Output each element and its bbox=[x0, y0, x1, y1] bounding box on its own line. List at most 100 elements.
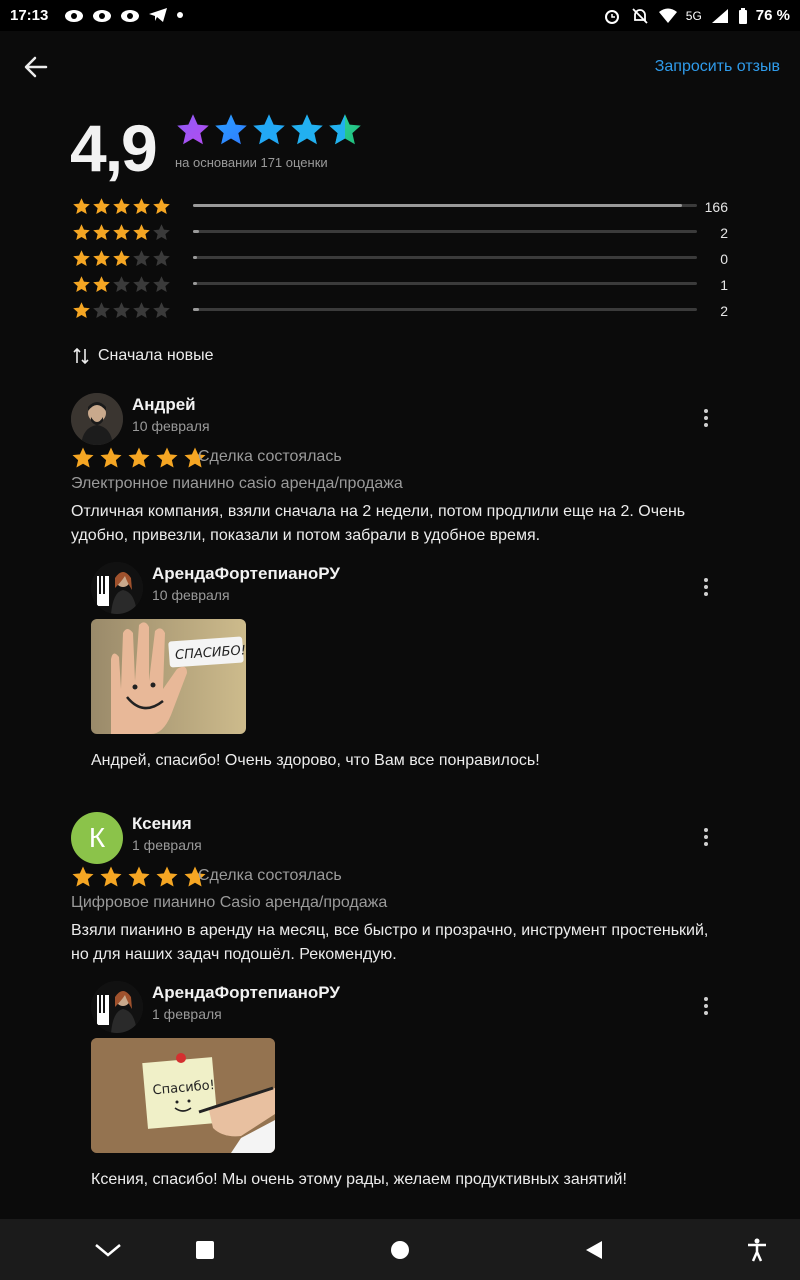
review-author: Андрей bbox=[132, 395, 196, 414]
distribution-count: 1 bbox=[720, 277, 728, 293]
distribution-bar bbox=[193, 308, 697, 311]
review-date: 1 февраля bbox=[132, 837, 202, 853]
star-icon bbox=[113, 198, 130, 215]
notification-icons bbox=[64, 7, 184, 23]
distribution-row: 2 bbox=[72, 221, 732, 247]
system-icons: 5G 76 % bbox=[602, 7, 790, 24]
seller-name: АрендаФортепианоРУ bbox=[152, 564, 340, 583]
seller-avatar[interactable] bbox=[91, 981, 143, 1033]
more-options-icon[interactable] bbox=[696, 572, 716, 602]
star-empty-icon bbox=[93, 302, 110, 319]
star-empty-icon bbox=[153, 302, 170, 319]
star-icon bbox=[93, 198, 110, 215]
back-triangle-icon[interactable] bbox=[579, 1235, 609, 1265]
star-empty-icon bbox=[133, 276, 150, 293]
cloud-eye-icon bbox=[121, 10, 139, 22]
cloud-eye-icon bbox=[65, 10, 83, 22]
distribution-stars bbox=[72, 197, 171, 216]
more-options-icon[interactable] bbox=[696, 403, 716, 433]
distribution-bar-fill bbox=[193, 282, 198, 285]
review-author: Ксения bbox=[132, 814, 192, 833]
star-icon bbox=[128, 866, 150, 887]
accessibility-icon[interactable] bbox=[742, 1235, 772, 1265]
status-time: 17:13 bbox=[10, 7, 49, 24]
more-options-icon[interactable] bbox=[696, 822, 716, 852]
star-empty-icon bbox=[113, 302, 130, 319]
distribution-bar-fill bbox=[193, 204, 682, 207]
avatar[interactable] bbox=[71, 393, 123, 445]
seller-name: АрендаФортепианоРУ bbox=[152, 983, 340, 1002]
thank-you-hand-image: СПАСИБО! bbox=[91, 619, 246, 734]
sort-label: Сначала новые bbox=[98, 347, 214, 364]
star-icon bbox=[215, 114, 247, 145]
star-icon bbox=[156, 447, 178, 468]
star-icon bbox=[133, 198, 150, 215]
star-half-icon bbox=[329, 114, 361, 145]
person-photo-icon bbox=[71, 393, 123, 445]
reply-text: Андрей, спасибо! Очень здорово, что Вам … bbox=[91, 752, 540, 769]
average-rating: 4,9 bbox=[70, 111, 158, 185]
rating-stars bbox=[175, 112, 363, 148]
distribution-count: 2 bbox=[720, 303, 728, 319]
star-icon bbox=[253, 114, 285, 145]
seller-avatar[interactable] bbox=[91, 562, 143, 614]
star-icon bbox=[113, 250, 130, 267]
network-type: 5G bbox=[685, 8, 702, 23]
rating-basis: на основании 171 оценки bbox=[175, 155, 328, 170]
alarm-icon bbox=[604, 9, 619, 24]
review-stars bbox=[71, 865, 207, 889]
sort-icon bbox=[73, 347, 89, 365]
review-text: Отличная компания, взяли сначала на 2 не… bbox=[71, 503, 686, 544]
star-empty-icon bbox=[133, 302, 150, 319]
avatar[interactable]: К bbox=[71, 812, 123, 864]
home-circle-icon[interactable] bbox=[385, 1235, 415, 1265]
more-options-icon[interactable] bbox=[696, 991, 716, 1021]
reply-date: 10 февраля bbox=[152, 587, 230, 603]
star-icon bbox=[100, 447, 122, 468]
star-icon bbox=[73, 250, 90, 267]
star-icon bbox=[153, 198, 170, 215]
star-icon bbox=[73, 276, 90, 293]
star-icon bbox=[93, 276, 110, 293]
distribution-count: 2 bbox=[720, 225, 728, 241]
star-icon bbox=[128, 447, 150, 468]
star-icon bbox=[113, 224, 130, 241]
distribution-bar-fill bbox=[193, 256, 198, 259]
deal-status: Сделка состоялась bbox=[198, 448, 342, 465]
distribution-bar bbox=[193, 230, 697, 233]
distribution-count: 166 bbox=[704, 199, 728, 215]
distribution-stars bbox=[72, 301, 171, 320]
battery-percent: 76 % bbox=[755, 7, 790, 24]
star-empty-icon bbox=[113, 276, 130, 293]
sort-button[interactable]: Сначала новые bbox=[72, 347, 213, 365]
reply-image[interactable]: СПАСИБО! bbox=[91, 619, 246, 734]
collapse-chevron-icon[interactable] bbox=[93, 1235, 123, 1265]
distribution-stars bbox=[72, 249, 171, 268]
star-icon bbox=[73, 224, 90, 241]
reply-image[interactable]: Спасибо! bbox=[91, 1038, 275, 1153]
battery-icon bbox=[738, 7, 747, 24]
star-icon bbox=[73, 198, 90, 215]
request-review-link[interactable]: Запросить отзыв bbox=[655, 58, 780, 76]
star-empty-icon bbox=[153, 224, 170, 241]
star-empty-icon bbox=[153, 250, 170, 267]
review-stars bbox=[71, 446, 207, 470]
star-icon bbox=[133, 224, 150, 241]
review-date: 10 февраля bbox=[132, 418, 210, 434]
status-bar: 17:13 5G 76 % bbox=[0, 0, 800, 31]
distribution-bar-fill bbox=[193, 230, 200, 233]
thank-you-note-image: Спасибо! bbox=[91, 1038, 275, 1153]
cloud-eye-icon bbox=[93, 10, 111, 22]
distribution-bar bbox=[193, 204, 697, 207]
star-icon bbox=[93, 250, 110, 267]
review-text: Взяли пианино в аренду на месяц, все быс… bbox=[71, 922, 709, 963]
rating-distribution: 166 2 0 1 2 bbox=[72, 195, 732, 325]
reply-text: Ксения, спасибо! Мы очень этому рады, же… bbox=[91, 1171, 627, 1188]
back-arrow-icon[interactable] bbox=[20, 52, 52, 82]
star-empty-icon bbox=[153, 276, 170, 293]
wifi-icon bbox=[658, 8, 677, 23]
recents-square-icon[interactable] bbox=[190, 1235, 220, 1265]
review-product: Цифровое пианино Casio аренда/продажа bbox=[71, 894, 388, 911]
reply-date: 1 февраля bbox=[152, 1006, 222, 1022]
distribution-bar bbox=[193, 256, 697, 259]
